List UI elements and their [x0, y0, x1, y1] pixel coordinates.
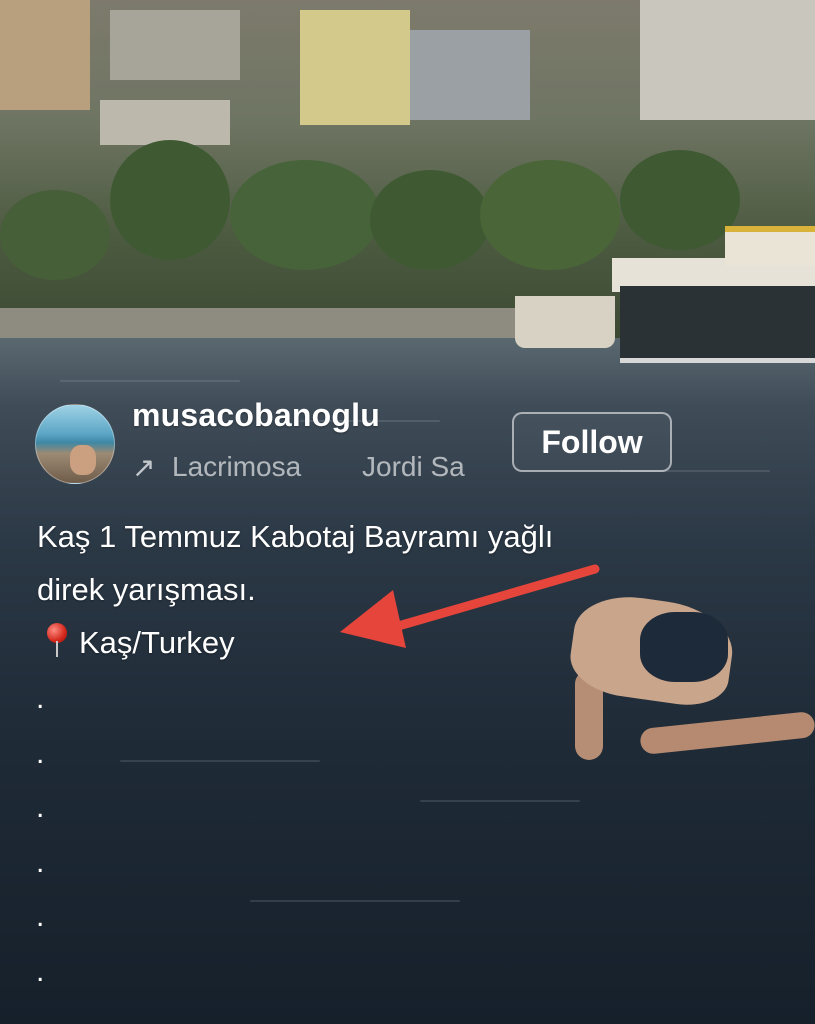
water-ripple	[120, 760, 320, 762]
tree	[0, 190, 110, 280]
building	[640, 0, 815, 120]
tree	[620, 150, 740, 250]
caption-dot: .	[36, 900, 45, 933]
post-caption: Kaş 1 Temmuz Kabotaj Bayramı yağlı direk…	[37, 510, 737, 669]
tree	[480, 160, 620, 270]
tree	[370, 170, 490, 270]
audio-track-row[interactable]: ↗ Lacrimosa Jordi Sa	[132, 451, 484, 491]
building	[0, 0, 90, 110]
caption-dot: .	[36, 845, 45, 879]
caption-dot: .	[36, 954, 45, 988]
building	[100, 100, 230, 145]
arrow-up-right-icon: ↗	[132, 452, 156, 483]
caption-dot: .	[36, 791, 45, 824]
username[interactable]: musacobanoglu	[132, 397, 380, 434]
avatar-person	[70, 445, 96, 475]
caption-dot: .	[36, 682, 45, 715]
follow-button[interactable]: Follow	[512, 412, 672, 472]
location-text: Kaş/Turkey	[79, 625, 235, 660]
ferry-cabin	[725, 226, 815, 266]
profile-avatar[interactable]	[35, 404, 115, 484]
small-boat	[515, 296, 615, 348]
water-ripple	[60, 380, 240, 382]
water-ripple	[250, 900, 460, 902]
building	[300, 10, 410, 125]
location-line: Kaş/Turkey	[37, 616, 737, 669]
audio-track-title: Lacrimosa	[172, 451, 302, 482]
ferry-hull	[620, 286, 815, 363]
caption-line: Kaş 1 Temmuz Kabotaj Bayramı yağlı	[37, 519, 554, 554]
building	[410, 30, 530, 120]
quay-wall	[0, 308, 520, 340]
caption-dot: .	[36, 736, 45, 770]
water-ripple	[420, 800, 580, 802]
caption-dots: . . . . . .	[36, 672, 44, 999]
round-pushpin-icon	[37, 619, 79, 659]
tree	[110, 140, 230, 260]
audio-artist: Jordi Sa	[362, 451, 465, 482]
building	[110, 10, 240, 80]
tree	[230, 160, 380, 270]
caption-line: direk yarışması.	[37, 572, 256, 607]
